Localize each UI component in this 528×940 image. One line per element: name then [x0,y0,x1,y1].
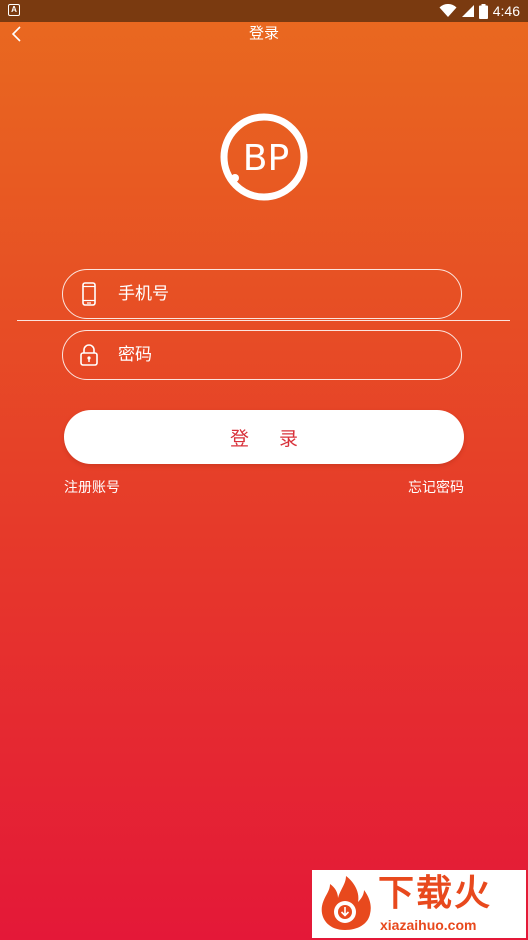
watermark-url: xiazaihuo.com [380,917,477,933]
forgot-password-link[interactable]: 忘记密码 [408,478,464,498]
password-field[interactable]: 密码 [62,330,462,380]
status-icons [439,3,488,19]
phone-icon [82,282,96,306]
watermark: 下载火 xiazaihuo.com [312,870,526,938]
page-title: 登录 [248,24,279,42]
wifi-icon [439,4,457,17]
password-placeholder: 密码 [118,345,152,365]
logo-text: BP [243,138,289,179]
status-time: 4:46 [492,3,520,19]
cell-signal-icon [462,5,474,17]
watermark-title: 下载火 [378,873,493,914]
phone-placeholder: 手机号 [118,284,169,304]
login-button[interactable]: 登 录 [64,410,464,464]
bp-logo: BP [220,113,308,201]
register-link[interactable]: 注册账号 [64,478,120,498]
notification-icon: A [8,4,20,16]
status-bar: A 4:46 [0,0,528,22]
flame-logo-icon [321,876,371,930]
phone-field[interactable]: 手机号 [62,269,462,319]
lock-icon [80,344,98,366]
divider [17,320,510,321]
battery-icon [479,3,488,19]
